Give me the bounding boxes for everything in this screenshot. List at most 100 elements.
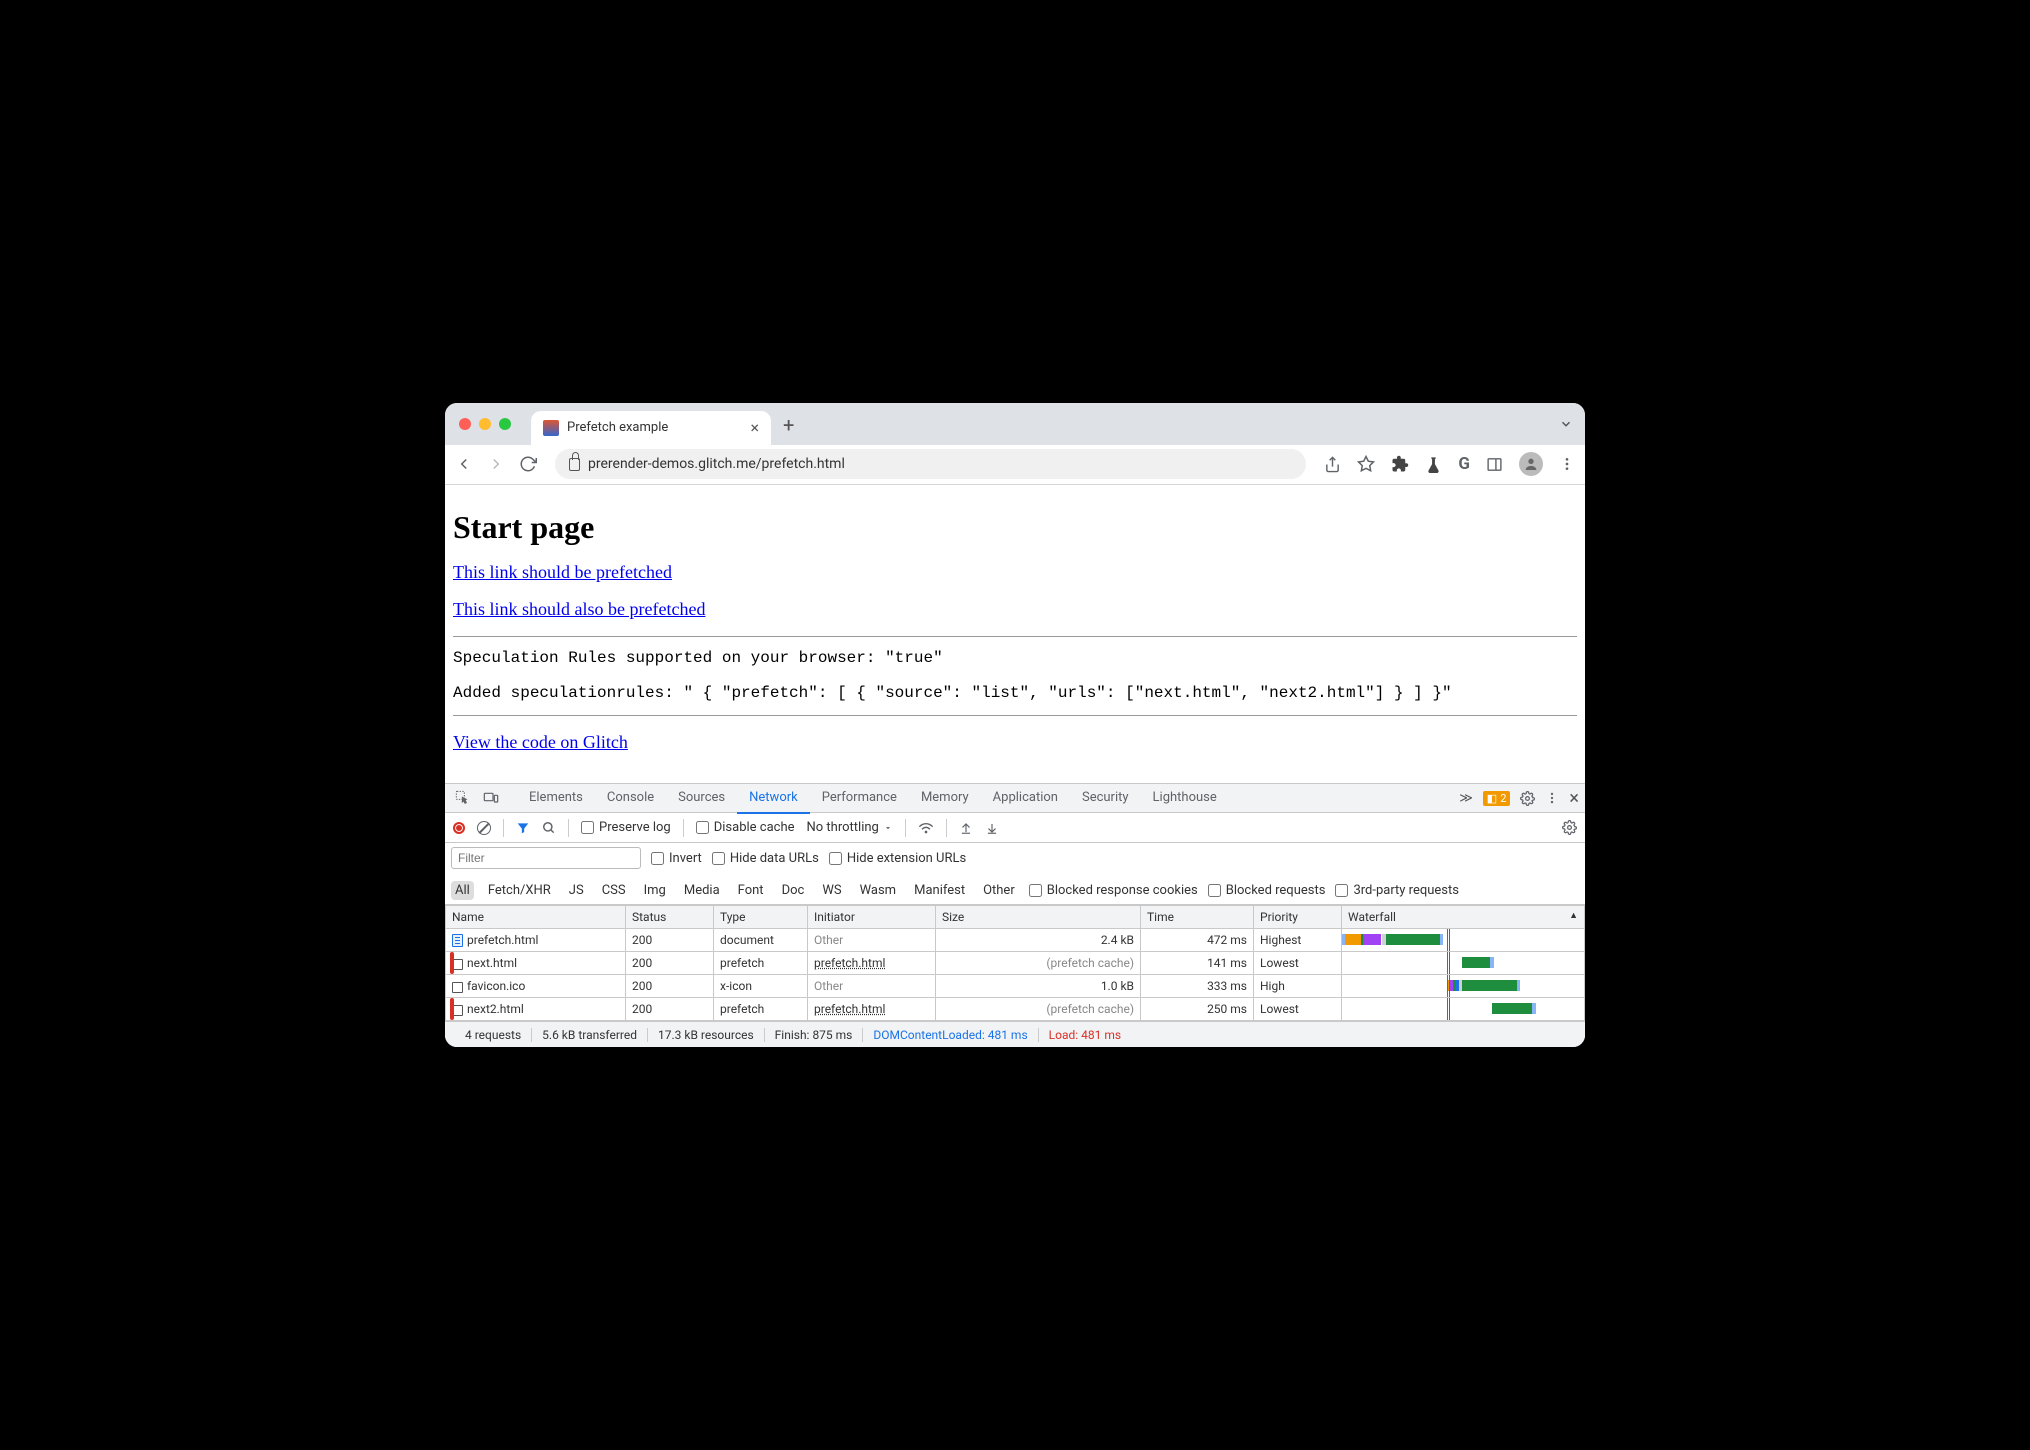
type-filter-all[interactable]: All	[451, 881, 474, 900]
network-row[interactable]: prefetch.html200documentOther2.4 kB472 m…	[446, 929, 1585, 952]
tab-title: Prefetch example	[567, 420, 668, 435]
dcl-time: DOMContentLoaded: 481 ms	[863, 1028, 1038, 1042]
type-filter-ws[interactable]: WS	[818, 881, 845, 900]
divider	[453, 715, 1577, 716]
third-party-checkbox[interactable]: 3rd-party requests	[1335, 883, 1459, 898]
close-tab-button[interactable]: ×	[750, 418, 759, 437]
close-window-button[interactable]	[459, 418, 471, 430]
maximize-window-button[interactable]	[499, 418, 511, 430]
blocked-cookies-checkbox[interactable]: Blocked response cookies	[1029, 883, 1198, 898]
side-panel-icon[interactable]	[1486, 456, 1503, 473]
type-filter-font[interactable]: Font	[734, 881, 768, 900]
devtools-tab-security[interactable]: Security	[1070, 783, 1141, 814]
type-filter-fetch-xhr[interactable]: Fetch/XHR	[484, 881, 555, 900]
tab-dropdown-button[interactable]	[1559, 417, 1573, 431]
column-waterfall[interactable]: Waterfall	[1342, 906, 1585, 929]
devtools-tab-performance[interactable]: Performance	[810, 783, 909, 814]
forward-button[interactable]	[487, 455, 505, 473]
disable-cache-checkbox[interactable]: Disable cache	[696, 820, 795, 835]
type-filter-wasm[interactable]: Wasm	[856, 881, 901, 900]
document-icon	[452, 934, 463, 947]
blocked-requests-checkbox[interactable]: Blocked requests	[1208, 883, 1326, 898]
initiator-link[interactable]: prefetch.html	[814, 1002, 885, 1016]
column-initiator[interactable]: Initiator	[808, 906, 936, 929]
type-filter-css[interactable]: CSS	[598, 881, 630, 900]
column-name[interactable]: Name	[446, 906, 626, 929]
devtools-tab-memory[interactable]: Memory	[909, 783, 981, 814]
menu-icon[interactable]	[1559, 456, 1575, 472]
glitch-link[interactable]: View the code on Glitch	[453, 732, 628, 752]
reload-button[interactable]	[519, 455, 537, 473]
bookmark-icon[interactable]	[1357, 455, 1375, 473]
clear-button[interactable]	[477, 821, 491, 835]
devtools-tab-network[interactable]: Network	[737, 783, 810, 814]
hide-data-urls-checkbox[interactable]: Hide data URLs	[712, 851, 819, 866]
prefetch-link-2[interactable]: This link should also be prefetched	[453, 599, 705, 619]
network-row[interactable]: next2.html200prefetchprefetch.html(prefe…	[446, 998, 1585, 1021]
favicon-icon	[543, 420, 559, 436]
column-status[interactable]: Status	[626, 906, 714, 929]
throttling-select[interactable]: No throttling	[807, 820, 893, 835]
type-filter-doc[interactable]: Doc	[778, 881, 809, 900]
labs-icon[interactable]	[1425, 456, 1442, 473]
devtools-tab-application[interactable]: Application	[981, 783, 1070, 814]
share-icon[interactable]	[1324, 456, 1341, 473]
browser-tab[interactable]: Prefetch example ×	[531, 411, 771, 445]
more-options-icon[interactable]	[1545, 791, 1559, 805]
upload-har-icon[interactable]	[959, 821, 973, 835]
column-priority[interactable]: Priority	[1254, 906, 1342, 929]
file-icon	[452, 982, 463, 993]
network-row[interactable]: favicon.ico200x-iconOther1.0 kB333 msHig…	[446, 975, 1585, 998]
network-conditions-icon[interactable]	[918, 820, 934, 836]
type-filter-manifest[interactable]: Manifest	[910, 881, 969, 900]
extensions-icon[interactable]	[1391, 455, 1409, 473]
resource-type-filters: All Fetch/XHR JS CSS Img Media Font Doc WS Wasm Ma…	[451, 881, 1019, 900]
resources-size: 17.3 kB resources	[648, 1028, 765, 1042]
filter-icon[interactable]	[516, 821, 530, 835]
toolbar-actions: G	[1324, 452, 1575, 476]
prefetch-link-1[interactable]: This link should be prefetched	[453, 562, 672, 582]
page-heading: Start page	[453, 509, 1577, 546]
page-content: Start page This link should be prefetche…	[445, 485, 1585, 783]
preserve-log-checkbox[interactable]: Preserve log	[581, 820, 671, 835]
type-filter-other[interactable]: Other	[979, 881, 1019, 900]
devtools-tab-sources[interactable]: Sources	[666, 783, 737, 814]
nav-buttons	[455, 455, 537, 473]
close-devtools-button[interactable]: ×	[1569, 788, 1579, 809]
download-har-icon[interactable]	[985, 821, 999, 835]
type-filter-js[interactable]: JS	[565, 881, 588, 900]
record-button[interactable]	[453, 822, 465, 834]
type-filter-img[interactable]: Img	[640, 881, 670, 900]
new-tab-button[interactable]: +	[771, 413, 806, 437]
column-type[interactable]: Type	[714, 906, 808, 929]
url-text: prerender-demos.glitch.me/prefetch.html	[588, 456, 845, 472]
minimize-window-button[interactable]	[479, 418, 491, 430]
divider	[453, 636, 1577, 637]
network-settings-icon[interactable]	[1562, 820, 1577, 835]
spec-added-text: Added speculationrules: " { "prefetch": …	[453, 676, 1577, 711]
filter-input[interactable]	[451, 847, 641, 869]
hide-extension-urls-checkbox[interactable]: Hide extension URLs	[829, 851, 966, 866]
devtools-tab-lighthouse[interactable]: Lighthouse	[1141, 783, 1229, 814]
type-filter-media[interactable]: Media	[680, 881, 724, 900]
finish-time: Finish: 875 ms	[765, 1028, 864, 1042]
more-tabs-icon[interactable]: ≫	[1459, 791, 1473, 806]
device-mode-icon[interactable]	[479, 786, 503, 810]
devtools-tab-elements[interactable]: Elements	[517, 783, 595, 814]
devtools-tab-console[interactable]: Console	[595, 783, 666, 814]
column-size[interactable]: Size	[936, 906, 1141, 929]
network-row[interactable]: next.html200prefetchprefetch.html(prefet…	[446, 952, 1585, 975]
address-bar[interactable]: prerender-demos.glitch.me/prefetch.html	[555, 449, 1306, 479]
warnings-badge[interactable]: ◧ 2	[1483, 791, 1511, 806]
settings-icon[interactable]	[1520, 791, 1535, 806]
browser-toolbar: prerender-demos.glitch.me/prefetch.html …	[445, 445, 1585, 485]
transferred-size: 5.6 kB transferred	[532, 1028, 648, 1042]
initiator-link[interactable]: prefetch.html	[814, 956, 885, 970]
back-button[interactable]	[455, 455, 473, 473]
google-icon[interactable]: G	[1458, 454, 1470, 474]
profile-avatar[interactable]	[1519, 452, 1543, 476]
search-icon[interactable]	[542, 821, 556, 835]
column-time[interactable]: Time	[1141, 906, 1254, 929]
inspect-icon[interactable]	[451, 786, 475, 810]
invert-checkbox[interactable]: Invert	[651, 851, 702, 866]
